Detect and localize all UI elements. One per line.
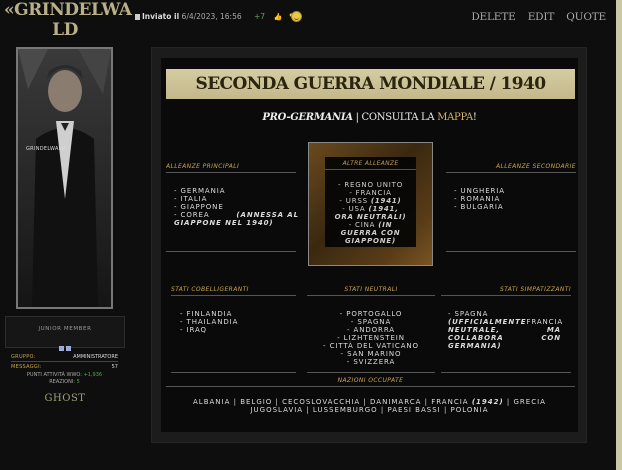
post-body: SECONDA GUERRA MONDIALE / 1940 PRO-GERMA…	[151, 47, 587, 443]
heading-alleanze-secondarie: ALLEANZE SECONDARIE	[446, 163, 576, 173]
list-altre-alleanze: - REGNO UNITO - FRANCIA - URSS (1941) - …	[334, 181, 407, 245]
avatar-image	[18, 49, 111, 307]
post-score: +7	[254, 12, 266, 21]
sent-label: Inviato il	[142, 12, 180, 21]
list-alleanze-secondarie: - UNGHERIA - ROMANIA - BULGARIA	[454, 187, 505, 211]
post-actions: DELETE EDIT QUOTE	[462, 11, 606, 23]
heading-stati-cobelligeranti: STATI COBELLIGERANTI	[171, 286, 296, 296]
messages-row: MESSAGGI: 57	[11, 364, 118, 370]
document-icon[interactable]	[135, 14, 140, 20]
list-stati-neutrali: - PORTOGALLO - SPAGNA - ANDORRA - LIZHTE…	[323, 310, 419, 366]
quote-button[interactable]: QUOTE	[566, 11, 606, 23]
heading-stati-simpatizzanti: STATI SIMPATIZZANTI	[441, 286, 571, 296]
list-alleanze-principali: - GERMANIA - ITALIA - GIAPPONE - COREA (…	[174, 187, 299, 227]
divider	[307, 372, 435, 373]
heading-altre-alleanze: ALTRE ALLEANZE	[325, 160, 416, 170]
divider	[166, 251, 296, 252]
rank-pip	[66, 346, 71, 351]
list-stati-simpatizzanti: - SPAGNA (UFFICIALMENTE FRANCIA NEUTRALE,…	[448, 310, 564, 350]
smiley-icon[interactable]	[291, 11, 302, 22]
post-meta: Inviato il 6/4/2023, 16:56 +7 👍 👎	[135, 12, 297, 24]
group-row: GRUPPO: AMMINISTRATORE	[11, 354, 118, 362]
username[interactable]: «GRINDELWA LD	[4, 0, 132, 40]
avatar-caption: GRINDELWALD	[26, 146, 66, 152]
heading-nazioni-occupate: NAZIONI OCCUPATE	[166, 377, 575, 387]
heading-stati-neutrali: STATI NEUTRALI	[307, 286, 435, 296]
activity-stats: PUNTI ATTIVITÀ WWO: +1,936 REAZIONI: 5	[26, 372, 103, 385]
rank-pips	[6, 336, 124, 355]
post-content: SECONDA GUERRA MONDIALE / 1940 PRO-GERMA…	[161, 58, 578, 432]
post-title: SECONDA GUERRA MONDIALE / 1940	[166, 69, 575, 99]
page-edge	[616, 0, 622, 470]
subtitle: PRO-GERMANIA | CONSULTA LA MAPPA!	[262, 112, 477, 123]
divider	[171, 372, 296, 373]
avatar[interactable]	[16, 47, 113, 309]
post-date: 6/4/2023, 16:56	[181, 12, 242, 21]
delete-button[interactable]: DELETE	[471, 11, 515, 23]
list-stati-cobelligeranti: - FINLANDIA - THAILANDIA - IRAQ	[180, 310, 239, 334]
rank-pip	[59, 346, 64, 351]
map-link[interactable]: MAPPA	[437, 112, 473, 123]
divider	[441, 372, 571, 373]
rank-badge: JUNIOR MEMBER	[5, 316, 125, 351]
rank-label: JUNIOR MEMBER	[38, 326, 92, 332]
list-nazioni-occupate: ALBANIA | BELGIO | CECOSLOVACCHIA | DANI…	[193, 398, 546, 414]
heading-alleanze-principali: ALLEANZE PRINCIPALI	[166, 163, 296, 173]
thumbs-up-icon[interactable]: 👍	[273, 13, 282, 21]
edit-button[interactable]: EDIT	[528, 11, 555, 23]
online-status: GHOST	[44, 393, 86, 404]
divider	[446, 251, 576, 252]
altre-alleanze-box: ALTRE ALLEANZE - REGNO UNITO - FRANCIA -…	[308, 142, 433, 266]
